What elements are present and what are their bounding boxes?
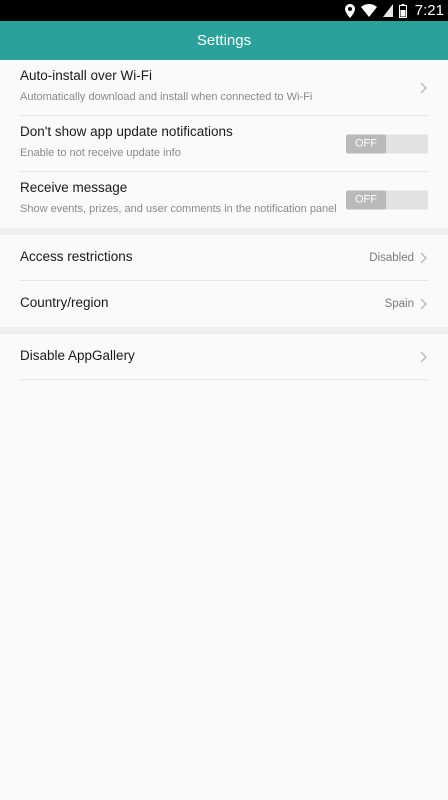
receive-message-row: Receive message Show events, prizes, and…: [20, 172, 428, 228]
auto-install-wifi-row[interactable]: Auto-install over Wi-Fi Automatically do…: [20, 60, 428, 116]
country-region-row[interactable]: Country/region Spain: [20, 281, 428, 327]
status-time: 7:21: [414, 2, 444, 19]
chevron-right-icon: [420, 351, 427, 362]
status-icons: 7:21: [344, 0, 444, 21]
toggle-knob: OFF: [346, 134, 386, 153]
settings-group-updates: Auto-install over Wi-Fi Automatically do…: [0, 60, 448, 228]
row-subtitle: Show events, prizes, and user comments i…: [20, 203, 337, 215]
row-title: Receive message: [20, 180, 128, 195]
update-notifications-row: Don't show app update notifications Enab…: [20, 116, 428, 172]
chevron-right-icon: [420, 82, 427, 93]
row-subtitle: Automatically download and install when …: [20, 91, 313, 103]
disable-appgallery-row[interactable]: Disable AppGallery: [20, 334, 428, 380]
row-subtitle: Enable to not receive update info: [20, 147, 181, 159]
row-title: Auto-install over Wi-Fi: [20, 68, 153, 83]
settings-group-access: Access restrictions Disabled Country/reg…: [0, 235, 448, 327]
location-icon: [344, 3, 355, 18]
update-notifications-toggle[interactable]: OFF: [346, 134, 428, 153]
row-value: Disabled: [369, 251, 414, 264]
group-divider: [0, 228, 448, 235]
receive-message-toggle[interactable]: OFF: [346, 190, 428, 210]
settings-group-disable: Disable AppGallery: [0, 334, 448, 380]
title-bar: Settings: [0, 21, 448, 60]
row-title: Don't show app update notifications: [20, 124, 233, 139]
row-title: Country/region: [20, 295, 109, 310]
row-value: Spain: [384, 298, 414, 310]
settings-list: Auto-install over Wi-Fi Automatically do…: [0, 60, 448, 380]
page-title: Settings: [196, 32, 252, 49]
access-restrictions-row[interactable]: Access restrictions Disabled: [20, 235, 428, 281]
group-divider: [0, 327, 448, 334]
battery-icon: [398, 3, 407, 18]
chevron-right-icon: [420, 252, 427, 263]
wifi-icon: [360, 4, 377, 17]
status-bar: 7:21: [0, 0, 448, 21]
toggle-knob: OFF: [346, 190, 386, 210]
row-title: Disable AppGallery: [20, 348, 135, 363]
signal-icon: [382, 4, 393, 17]
row-title: Access restrictions: [20, 249, 133, 264]
chevron-right-icon: [420, 298, 427, 310]
